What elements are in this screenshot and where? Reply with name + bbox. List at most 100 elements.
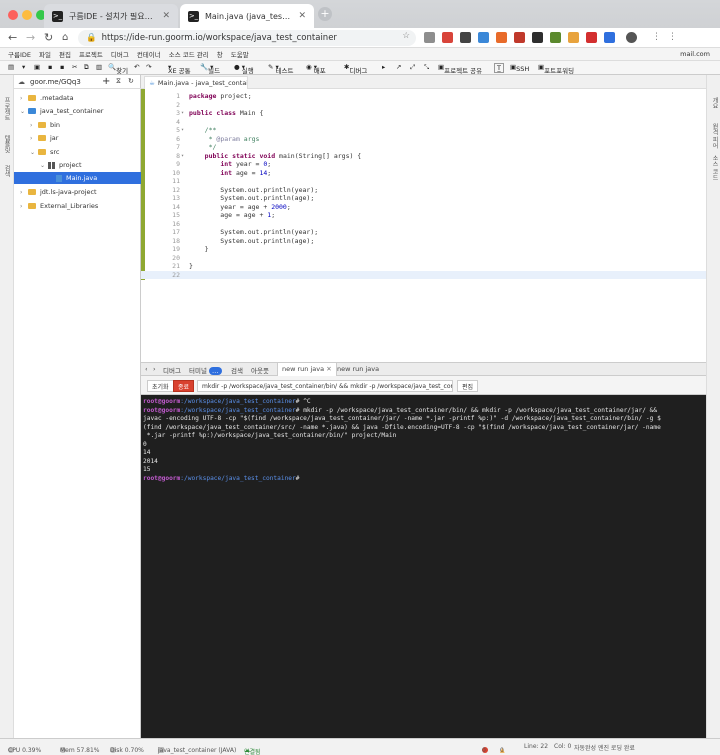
close-window-icon[interactable]: [8, 10, 18, 20]
editor-tab-main-java[interactable]: ☕ Main.java - java_test_contai ✕: [144, 76, 248, 89]
tree-item[interactable]: › jdt.ls-java-project: [14, 186, 141, 198]
filter-icon[interactable]: ⧖: [116, 77, 121, 86]
menu-goormide[interactable]: 구름IDE: [8, 49, 31, 59]
project-share-button[interactable]: ▣ 프로젝트 공유: [438, 63, 482, 75]
undo-icon[interactable]: ↶: [134, 63, 139, 71]
code-line[interactable]: 15 age = age + 1;: [141, 211, 706, 220]
chevron-icon[interactable]: ›: [20, 189, 28, 196]
forward-icon[interactable]: →: [26, 31, 35, 44]
tab-new-run-java[interactable]: new run java: [337, 365, 379, 373]
code-line[interactable]: 10 int age = 14;: [141, 169, 706, 178]
extension-icon[interactable]: [478, 32, 489, 43]
open-folder-icon[interactable]: ▣: [34, 63, 40, 71]
tree-item[interactable]: ⌄ java_test_container: [14, 105, 141, 117]
chevron-icon[interactable]: ⌄: [20, 108, 28, 115]
terminal-output[interactable]: root@goorm:/workspace/java_test_containe…: [141, 395, 706, 738]
build-button[interactable]: 🔧 빌드 ▾: [200, 63, 220, 75]
extension-icon[interactable]: [604, 32, 615, 43]
extension-icon[interactable]: [514, 32, 525, 43]
tab-terminal[interactable]: 터미널 …: [189, 365, 222, 375]
settings-menu-icon[interactable]: ⋮: [668, 32, 677, 42]
collapse-icon[interactable]: ⤡: [424, 63, 429, 72]
redo-icon[interactable]: ↷: [146, 63, 151, 71]
menu-window[interactable]: 창: [217, 49, 223, 59]
paste-icon[interactable]: ▥: [96, 63, 102, 71]
dropdown-icon[interactable]: ▾: [22, 63, 25, 71]
refresh-icon[interactable]: ↻: [128, 77, 134, 85]
reset-button[interactable]: 초기화: [147, 380, 174, 392]
debug-button[interactable]: ✱ 디버그: [344, 63, 367, 75]
chevron-icon[interactable]: ⌄: [40, 162, 48, 169]
save-all-icon[interactable]: ▪: [60, 63, 64, 71]
deploy-button[interactable]: ◉ 배포 ▾: [306, 63, 326, 75]
terminal-toggle-icon[interactable]: T̲: [494, 63, 504, 73]
rail-tab-remote-peer[interactable]: 원격 피어: [710, 123, 719, 149]
code-line[interactable]: 1 package project;: [141, 92, 706, 101]
run-command-field[interactable]: mkdir -p /workspace/java_test_container/…: [197, 380, 453, 392]
close-tab-icon[interactable]: ✕: [292, 11, 306, 21]
save-icon[interactable]: ▪: [48, 63, 52, 71]
edit-button[interactable]: 편집: [457, 380, 479, 392]
tab-search[interactable]: 검색: [231, 365, 243, 375]
code-line[interactable]: 4: [141, 118, 706, 127]
tree-item[interactable]: › bin: [14, 119, 141, 131]
code-line[interactable]: 16: [141, 220, 706, 229]
find-button[interactable]: 🔍 찾기: [108, 63, 128, 75]
cut-icon[interactable]: ✂: [72, 63, 77, 71]
extension-icon[interactable]: [568, 32, 579, 43]
rail-tab-outline[interactable]: 개요: [710, 97, 719, 109]
ssh-button[interactable]: ▣ SSH: [510, 63, 529, 73]
tree-item[interactable]: › jar: [14, 132, 141, 144]
close-tab-icon[interactable]: ✕: [326, 365, 331, 373]
code-line[interactable]: 17 System.out.println(year);: [141, 228, 706, 237]
tab-new-run-java-active[interactable]: new run java ✕: [277, 363, 337, 376]
port-forwarding-button[interactable]: ▣ 포트포워딩: [538, 63, 574, 75]
code-line[interactable]: 9 int year = 0;: [141, 160, 706, 169]
extension-icon[interactable]: [424, 32, 435, 43]
extension-icon[interactable]: [442, 32, 453, 43]
code-line[interactable]: 20: [141, 254, 706, 263]
code-line[interactable]: 21}: [141, 262, 706, 271]
code-line[interactable]: 5 ▾ /**: [141, 126, 706, 135]
menu-debug[interactable]: 디버그: [111, 49, 129, 59]
rail-tab-search[interactable]: 검색: [2, 165, 11, 177]
code-line[interactable]: 13 System.out.println(age);: [141, 194, 706, 203]
menu-help[interactable]: 도움말: [231, 49, 249, 59]
xe-button[interactable]: XE 공통 ▾: [168, 63, 191, 75]
code-line[interactable]: 2: [141, 101, 706, 110]
extension-icon[interactable]: [496, 32, 507, 43]
fold-icon[interactable]: ▾: [181, 109, 184, 118]
url-field[interactable]: 🔒 https://ide-run.goorm.io/workspace/jav…: [78, 30, 416, 46]
code-line[interactable]: 14 year = age + 2000;: [141, 203, 706, 212]
more-icon[interactable]: ⋮: [652, 32, 661, 42]
run-button[interactable]: ● 실행 ▾: [234, 63, 254, 75]
fold-icon[interactable]: ▾: [181, 152, 184, 161]
code-line[interactable]: 22: [141, 270, 706, 279]
close-tab-icon[interactable]: ✕: [156, 11, 170, 21]
tree-item[interactable]: › External_Libraries: [14, 200, 141, 212]
tree-item[interactable]: ⌄ src: [14, 146, 141, 158]
code-line[interactable]: 3 ▾ public class Main {: [141, 109, 706, 118]
extension-icon[interactable]: [550, 32, 561, 43]
extension-icon[interactable]: [532, 32, 543, 43]
code-line[interactable]: 11: [141, 177, 706, 186]
rail-tab-project[interactable]: 프로젝트: [2, 97, 11, 121]
code-line[interactable]: 12 System.out.println(year);: [141, 186, 706, 195]
code-line[interactable]: 8 ▾ public static void main(String[] args…: [141, 152, 706, 161]
extension-icon[interactable]: [460, 32, 471, 43]
rail-tab-template[interactable]: 템플릿: [2, 135, 11, 153]
chevron-icon[interactable]: ›: [30, 122, 38, 129]
menu-container[interactable]: 컨테이너: [137, 49, 161, 59]
scroll-right-icon[interactable]: ›: [153, 365, 156, 373]
fold-icon[interactable]: ▾: [181, 126, 184, 135]
new-file-icon[interactable]: ▤: [8, 63, 14, 71]
avatar[interactable]: [626, 32, 637, 43]
share-icon[interactable]: ↗: [396, 63, 401, 71]
chevron-icon[interactable]: ›: [30, 135, 38, 142]
step-icon[interactable]: ▸: [382, 63, 385, 71]
account-email[interactable]: mail.com: [680, 50, 710, 58]
chevron-icon[interactable]: ⌄: [30, 149, 38, 156]
copy-icon[interactable]: ⧉: [84, 63, 89, 72]
tree-item[interactable]: › .metadata: [14, 92, 141, 104]
reload-icon[interactable]: ↻: [44, 31, 53, 44]
